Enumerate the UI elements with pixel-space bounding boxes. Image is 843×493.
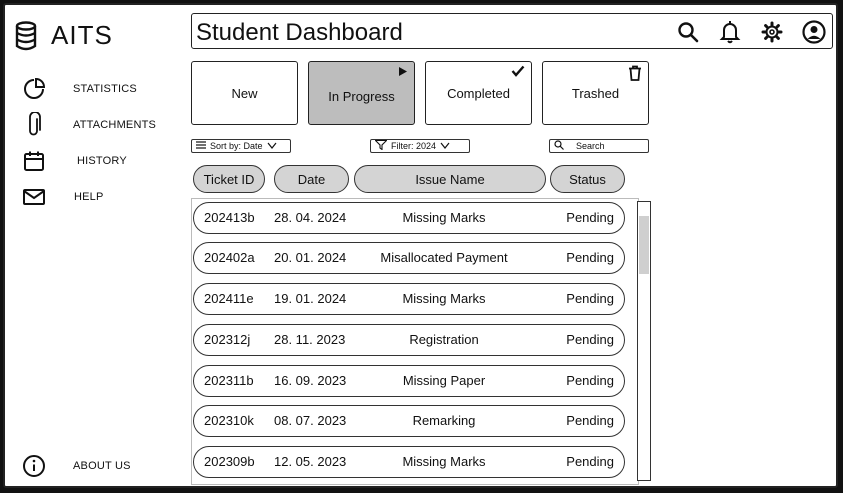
table-row[interactable]: 202310k 08. 07. 2023 Remarking Pending bbox=[193, 405, 625, 437]
column-header-date[interactable]: Date bbox=[274, 165, 349, 193]
ticket-id: 202310k bbox=[204, 413, 254, 428]
table-row[interactable]: 202413b 28. 04. 2024 Missing Marks Pendi… bbox=[193, 202, 625, 234]
ticket-id: 202312j bbox=[204, 332, 251, 347]
column-header-issue-name[interactable]: Issue Name bbox=[354, 165, 546, 193]
sidebar-item-label: STATISTICS bbox=[73, 83, 137, 95]
trash-icon bbox=[628, 65, 642, 84]
table-row[interactable]: 202311b 16. 09. 2023 Missing Paper Pendi… bbox=[193, 365, 625, 397]
tab-label: In Progress bbox=[328, 88, 395, 104]
app-window: AITS STATISTICS ATTACHMENTS HISTORY HELP… bbox=[3, 3, 838, 488]
issue-name: Missing Marks bbox=[402, 454, 486, 469]
header-bar: Student Dashboard bbox=[191, 13, 833, 49]
bell-icon[interactable] bbox=[718, 20, 742, 44]
sidebar-item-label: HELP bbox=[74, 191, 104, 203]
table-row[interactable]: 202312j 28. 11. 2023 Registration Pendin… bbox=[193, 324, 625, 356]
sidebar-item-about[interactable]: ABOUT US bbox=[21, 453, 130, 479]
check-icon bbox=[511, 65, 525, 80]
filter-icon bbox=[374, 139, 388, 152]
search-placeholder: Search bbox=[576, 141, 605, 151]
issue-name: Remarking bbox=[412, 413, 476, 428]
ticket-id: 202402a bbox=[204, 250, 255, 265]
sidebar-item-label: ABOUT US bbox=[73, 460, 131, 472]
search-input[interactable]: Search bbox=[549, 139, 649, 153]
column-header-label: Issue Name bbox=[415, 171, 485, 187]
ticket-status: Pending bbox=[566, 291, 614, 306]
sort-dropdown[interactable]: Sort by: Date bbox=[191, 139, 291, 153]
list-icon bbox=[196, 141, 206, 151]
tab-label: Completed bbox=[447, 85, 510, 101]
sidebar-item-statistics[interactable]: STATISTICS bbox=[21, 76, 137, 102]
issue-name: Missing Marks bbox=[402, 291, 486, 306]
issue-name: Registration bbox=[409, 332, 479, 347]
ticket-id: 202309b bbox=[204, 454, 255, 469]
column-header-label: Ticket ID bbox=[203, 171, 255, 187]
ticket-status: Pending bbox=[566, 373, 614, 388]
tab-in-progress[interactable]: In Progress bbox=[308, 61, 415, 125]
pie-chart-icon bbox=[21, 76, 47, 102]
database-icon bbox=[15, 20, 37, 50]
column-header-label: Status bbox=[569, 171, 606, 187]
calendar-icon bbox=[21, 148, 47, 174]
app-name: AITS bbox=[51, 20, 113, 50]
ticket-status: Pending bbox=[566, 210, 614, 225]
user-icon[interactable] bbox=[802, 20, 826, 44]
table-row[interactable]: 202309b 12. 05. 2023 Missing Marks Pendi… bbox=[193, 446, 625, 478]
ticket-status: Pending bbox=[566, 413, 614, 428]
tab-label: Trashed bbox=[571, 85, 620, 101]
sidebar-item-history[interactable]: HISTORY bbox=[21, 148, 127, 174]
column-header-label: Date bbox=[297, 171, 326, 187]
search-icon[interactable] bbox=[676, 20, 700, 44]
paperclip-icon bbox=[21, 112, 47, 138]
ticket-status: Pending bbox=[566, 332, 614, 347]
page-title: Student Dashboard bbox=[196, 19, 403, 46]
sidebar-item-attachments[interactable]: ATTACHMENTS bbox=[21, 112, 156, 138]
sidebar-item-label: HISTORY bbox=[77, 155, 127, 167]
column-header-ticket-id[interactable]: Ticket ID bbox=[193, 165, 265, 193]
sidebar-item-help[interactable]: HELP bbox=[21, 184, 103, 210]
sidebar-item-label: ATTACHMENTS bbox=[73, 119, 157, 131]
play-icon bbox=[398, 65, 408, 80]
gear-icon[interactable] bbox=[760, 20, 784, 44]
search-icon bbox=[554, 140, 564, 152]
mail-icon bbox=[21, 184, 47, 210]
table-row[interactable]: 202402a 20. 01. 2024 Misallocated Paymen… bbox=[193, 242, 625, 274]
ticket-status: Pending bbox=[566, 250, 614, 265]
tab-completed[interactable]: Completed bbox=[425, 61, 532, 125]
ticket-id: 202311b bbox=[204, 373, 254, 388]
filter-label: Filter: 2024 bbox=[391, 141, 437, 151]
scrollbar-thumb[interactable] bbox=[639, 216, 649, 274]
issue-name: Misallocated Payment bbox=[380, 250, 508, 265]
issue-name: Missing Paper bbox=[402, 373, 486, 388]
tab-label: New bbox=[231, 85, 258, 101]
chevron-down-icon bbox=[440, 141, 450, 151]
app-logo: AITS bbox=[15, 20, 113, 51]
ticket-status: Pending bbox=[566, 454, 614, 469]
filter-dropdown[interactable]: Filter: 2024 bbox=[370, 139, 470, 153]
issue-name: Missing Marks bbox=[402, 210, 486, 225]
column-header-status[interactable]: Status bbox=[550, 165, 625, 193]
tab-trashed[interactable]: Trashed bbox=[542, 61, 649, 125]
list-scrollbar[interactable] bbox=[637, 201, 651, 481]
chevron-down-icon bbox=[267, 141, 277, 151]
sort-label: Sort by: Date bbox=[210, 141, 263, 151]
table-row[interactable]: 202411e 19. 01. 2024 Missing Marks Pendi… bbox=[193, 283, 625, 315]
ticket-id: 202411e bbox=[204, 291, 254, 306]
ticket-id: 202413b bbox=[204, 210, 255, 225]
tab-new[interactable]: New bbox=[191, 61, 298, 125]
info-icon bbox=[21, 453, 47, 479]
